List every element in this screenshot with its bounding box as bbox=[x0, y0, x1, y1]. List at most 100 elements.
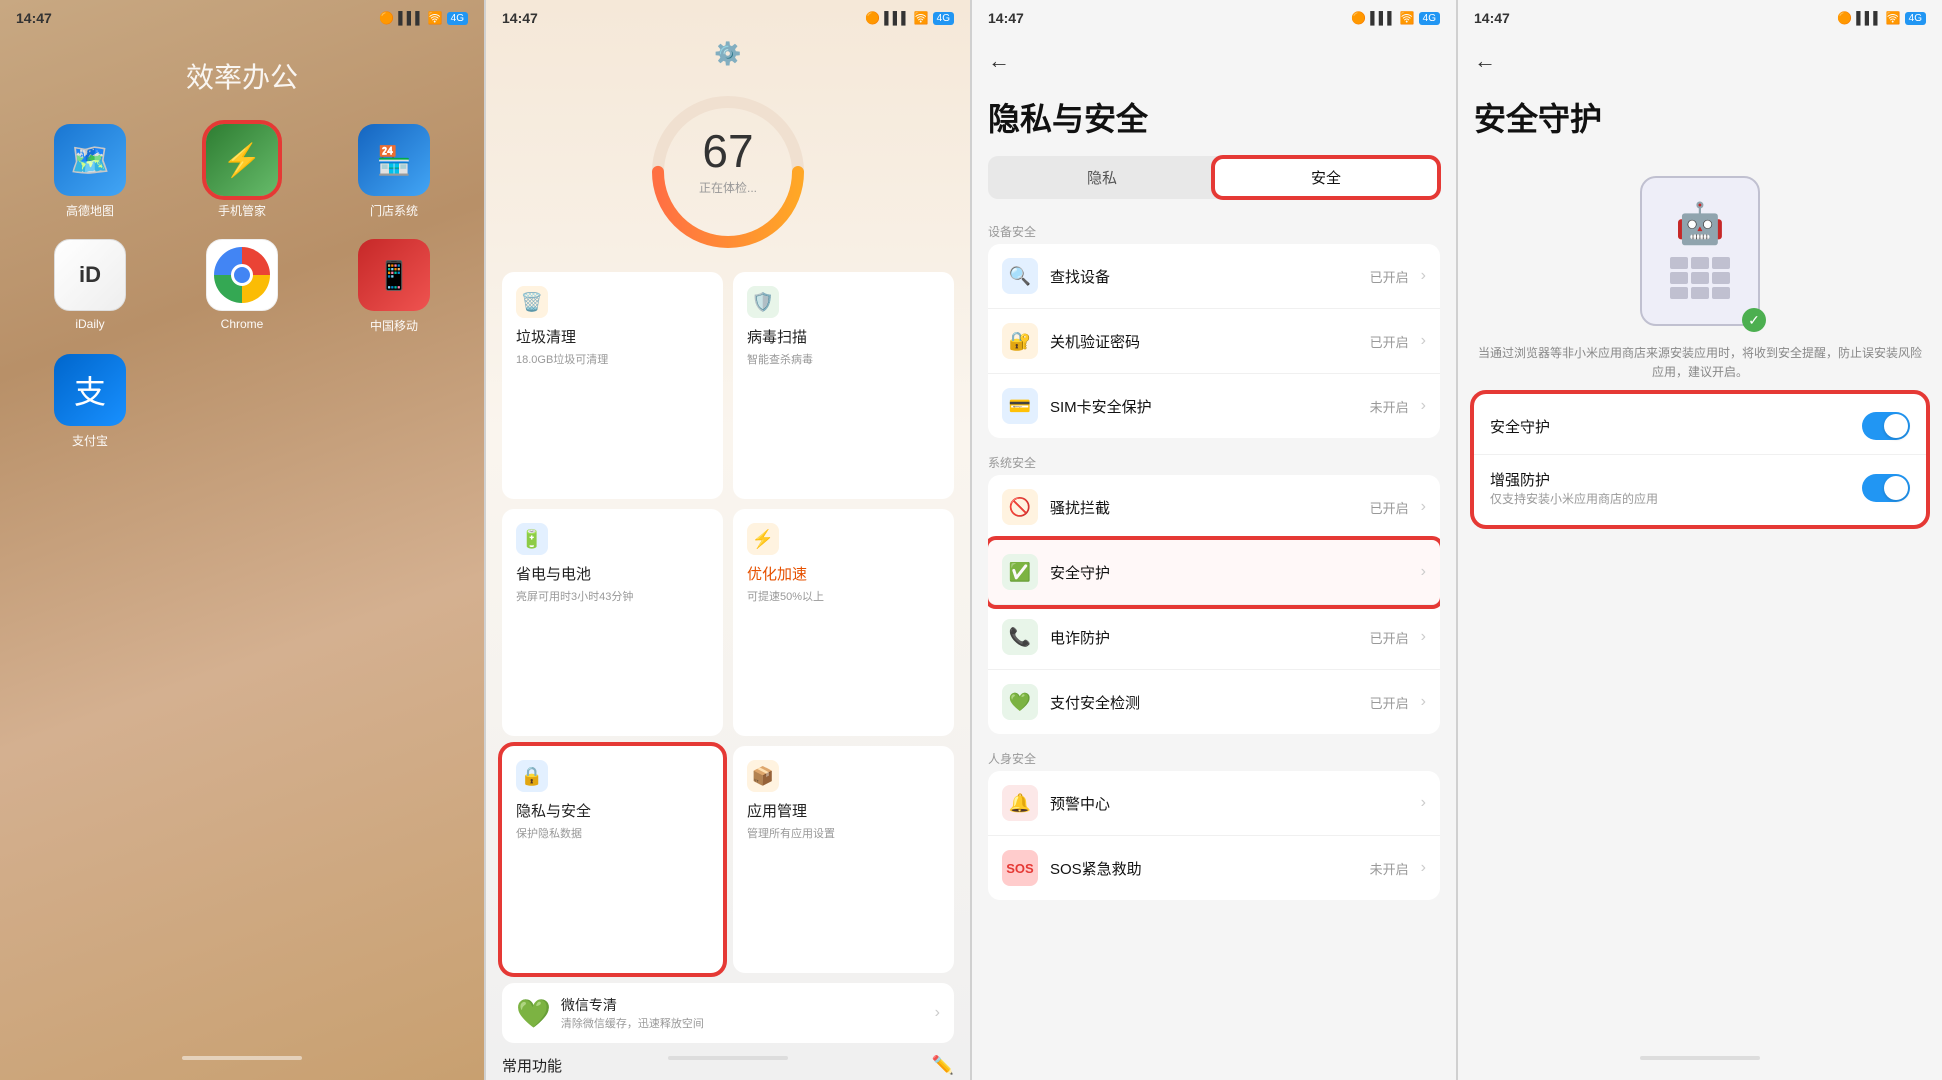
list-item-sos[interactable]: SOS SOS紧急救助 未开启 › bbox=[988, 836, 1440, 900]
list-item-find-device[interactable]: 🔍 查找设备 已开启 › bbox=[988, 244, 1440, 309]
enhanced-protection-toggle-text: 增强防护 仅支持安装小米应用商店的应用 bbox=[1490, 469, 1850, 507]
4g-badge-1: 4G bbox=[447, 12, 468, 25]
wechat-row[interactable]: 💚 微信专清 清除微信缓存，迅速释放空间 › bbox=[502, 983, 954, 1043]
dot-icon-4: 🟠 bbox=[1837, 11, 1852, 25]
enhanced-protection-toggle-switch[interactable] bbox=[1862, 474, 1910, 502]
panel-phone-manager: 14:47 🟠 ▌▌▌ 🛜 4G ⚙️ 67 正在体检... bbox=[486, 0, 970, 1080]
section-system-label: 系统安全 bbox=[972, 446, 1456, 475]
gear-icon[interactable]: ⚙️ bbox=[714, 41, 741, 67]
list-item-security-guard[interactable]: ✅ 安全守护 › bbox=[988, 540, 1440, 605]
menu-app-mgmt[interactable]: 📦 应用管理 管理所有应用设置 bbox=[733, 746, 954, 973]
security-guard-toggle-title: 安全守护 bbox=[1490, 416, 1850, 437]
find-device-text: 查找设备 bbox=[1050, 266, 1358, 287]
trash-subtitle: 18.0GB垃圾可清理 bbox=[516, 351, 709, 367]
status-time-1: 14:47 bbox=[16, 10, 52, 26]
device-security-list: 🔍 查找设备 已开启 › 🔐 关机验证密码 已开启 › 💳 SIM卡安全保护 未… bbox=[988, 244, 1440, 438]
4g-badge-4: 4G bbox=[1905, 12, 1926, 25]
enhanced-protection-toggle-subtitle: 仅支持安装小米应用商店的应用 bbox=[1490, 490, 1850, 507]
nav-header-4: ← bbox=[1458, 36, 1942, 86]
edit-icon[interactable]: ✏️ bbox=[932, 1055, 954, 1076]
menu-battery[interactable]: 🔋 省电与电池 亮屏可用时3小时43分钟 bbox=[502, 509, 723, 736]
sim-protect-status: 未开启 bbox=[1370, 397, 1409, 416]
chrome-ring-icon bbox=[214, 247, 270, 303]
app-alipay[interactable]: 支 支付宝 bbox=[24, 354, 156, 449]
battery-subtitle: 亮屏可用时3小时43分钟 bbox=[516, 588, 709, 604]
speed-subtitle: 可提速50%以上 bbox=[747, 588, 940, 604]
app-label-gaode: 高德地图 bbox=[66, 202, 114, 219]
app-store[interactable]: 🏪 门店系统 bbox=[328, 124, 460, 219]
menu-privacy[interactable]: 🔒 隐私与安全 保护隐私数据 bbox=[502, 746, 723, 973]
app-idaily[interactable]: iD iDaily bbox=[24, 239, 156, 334]
menu-virus[interactable]: 🛡️ 病毒扫描 智能查杀病毒 bbox=[733, 272, 954, 499]
intercept-arrow: › bbox=[1421, 498, 1426, 516]
sos-status: 未开启 bbox=[1370, 859, 1409, 878]
app-label-china-mobile: 中国移动 bbox=[370, 317, 418, 334]
home-indicator-2 bbox=[668, 1056, 788, 1060]
common-func-bar: 常用功能 ✏️ bbox=[486, 1043, 970, 1080]
app-label-chrome: Chrome bbox=[221, 317, 264, 331]
list-item-sim-protect[interactable]: 💳 SIM卡安全保护 未开启 › bbox=[988, 374, 1440, 438]
score-area: 67 正在体检... bbox=[486, 72, 970, 262]
sos-text: SOS紧急救助 bbox=[1050, 858, 1358, 879]
app-china-mobile[interactable]: 📱 中国移动 bbox=[328, 239, 460, 334]
4g-badge-3: 4G bbox=[1419, 12, 1440, 25]
tab-security[interactable]: 安全 bbox=[1215, 159, 1437, 196]
app-icon-china-mobile: 📱 bbox=[358, 239, 430, 311]
app-phone-manager[interactable]: ⚡ 手机管家 bbox=[176, 124, 308, 219]
status-icons-4: 🟠 ▌▌▌ 🛜 4G bbox=[1837, 11, 1926, 25]
system-security-list: 🚫 骚扰拦截 已开启 › ✅ 安全守护 › 📞 电诈防护 已开启 › 💚 bbox=[988, 475, 1440, 734]
page-title-3: 隐私与安全 bbox=[972, 86, 1456, 156]
app-mgmt-icon: 📦 bbox=[747, 760, 779, 792]
list-item-intercept[interactable]: 🚫 骚扰拦截 已开启 › bbox=[988, 475, 1440, 540]
anti-fraud-status: 已开启 bbox=[1370, 628, 1409, 647]
toggle-item-enhanced-protection: 增强防护 仅支持安装小米应用商店的应用 bbox=[1474, 455, 1926, 521]
enhanced-protection-toggle-title: 增强防护 bbox=[1490, 469, 1850, 490]
back-button-3[interactable]: ← bbox=[988, 48, 1010, 74]
back-button-4[interactable]: ← bbox=[1474, 48, 1496, 74]
4g-badge-2: 4G bbox=[933, 12, 954, 25]
status-bar-3: 14:47 🟠 ▌▌▌ 🛜 4G bbox=[972, 0, 1456, 36]
home-indicator-4 bbox=[1640, 1056, 1760, 1060]
app-icon-gaode: 🗺️ bbox=[54, 124, 126, 196]
list-item-power-password[interactable]: 🔐 关机验证密码 已开启 › bbox=[988, 309, 1440, 374]
wechat-left: 💚 微信专清 清除微信缓存，迅速释放空间 bbox=[516, 995, 704, 1031]
signal-icon-4: ▌▌▌ bbox=[1856, 11, 1882, 25]
app-icon-chrome bbox=[206, 239, 278, 311]
privacy-icon: 🔒 bbox=[516, 760, 548, 792]
sos-arrow: › bbox=[1421, 859, 1426, 877]
phone-mock-graphic: 🤖 ✓ bbox=[1640, 176, 1760, 326]
speed-icon: ⚡ bbox=[747, 523, 779, 555]
virus-icon: 🛡️ bbox=[747, 286, 779, 318]
sim-protect-arrow: › bbox=[1421, 397, 1426, 415]
phone-keyboard-graphic bbox=[1666, 253, 1734, 303]
green-check-badge: ✓ bbox=[1742, 308, 1766, 332]
key-9 bbox=[1712, 287, 1730, 299]
app-mgmt-subtitle: 管理所有应用设置 bbox=[747, 825, 940, 841]
menu-speed[interactable]: ⚡ 优化加速 可提速50%以上 bbox=[733, 509, 954, 736]
app-gaode[interactable]: 🗺️ 高德地图 bbox=[24, 124, 156, 219]
security-toggles-card: 安全守护 增强防护 仅支持安装小米应用商店的应用 bbox=[1474, 394, 1926, 525]
security-guard-toggle-switch[interactable] bbox=[1862, 412, 1910, 440]
wechat-title: 微信专清 bbox=[561, 995, 704, 1015]
list-item-anti-fraud[interactable]: 📞 电诈防护 已开启 › bbox=[988, 605, 1440, 670]
chrome-center-icon bbox=[231, 264, 253, 286]
dot-icon-2: 🟠 bbox=[865, 11, 880, 25]
status-time-3: 14:47 bbox=[988, 10, 1024, 26]
app-chrome[interactable]: Chrome bbox=[176, 239, 308, 334]
signal-icon-1: ▌▌▌ bbox=[398, 11, 424, 25]
intercept-status: 已开启 bbox=[1370, 498, 1409, 517]
power-password-text: 关机验证密码 bbox=[1050, 331, 1358, 352]
wechat-icon: 💚 bbox=[516, 997, 551, 1030]
privacy-subtitle: 保护隐私数据 bbox=[516, 825, 709, 841]
app-label-idaily: iDaily bbox=[75, 317, 104, 331]
toggle-item-security-guard: 安全守护 bbox=[1474, 398, 1926, 455]
payment-check-status: 已开启 bbox=[1370, 693, 1409, 712]
list-item-payment-check[interactable]: 💚 支付安全检测 已开启 › bbox=[988, 670, 1440, 734]
tab-privacy[interactable]: 隐私 bbox=[991, 159, 1213, 196]
wifi-icon-2: 🛜 bbox=[914, 11, 929, 25]
list-item-alert-center[interactable]: 🔔 预警中心 › bbox=[988, 771, 1440, 836]
wifi-icon-4: 🛜 bbox=[1886, 11, 1901, 25]
dot-icon-1: 🟠 bbox=[379, 11, 394, 25]
menu-trash[interactable]: 🗑️ 垃圾清理 18.0GB垃圾可清理 bbox=[502, 272, 723, 499]
battery-icon: 🔋 bbox=[516, 523, 548, 555]
